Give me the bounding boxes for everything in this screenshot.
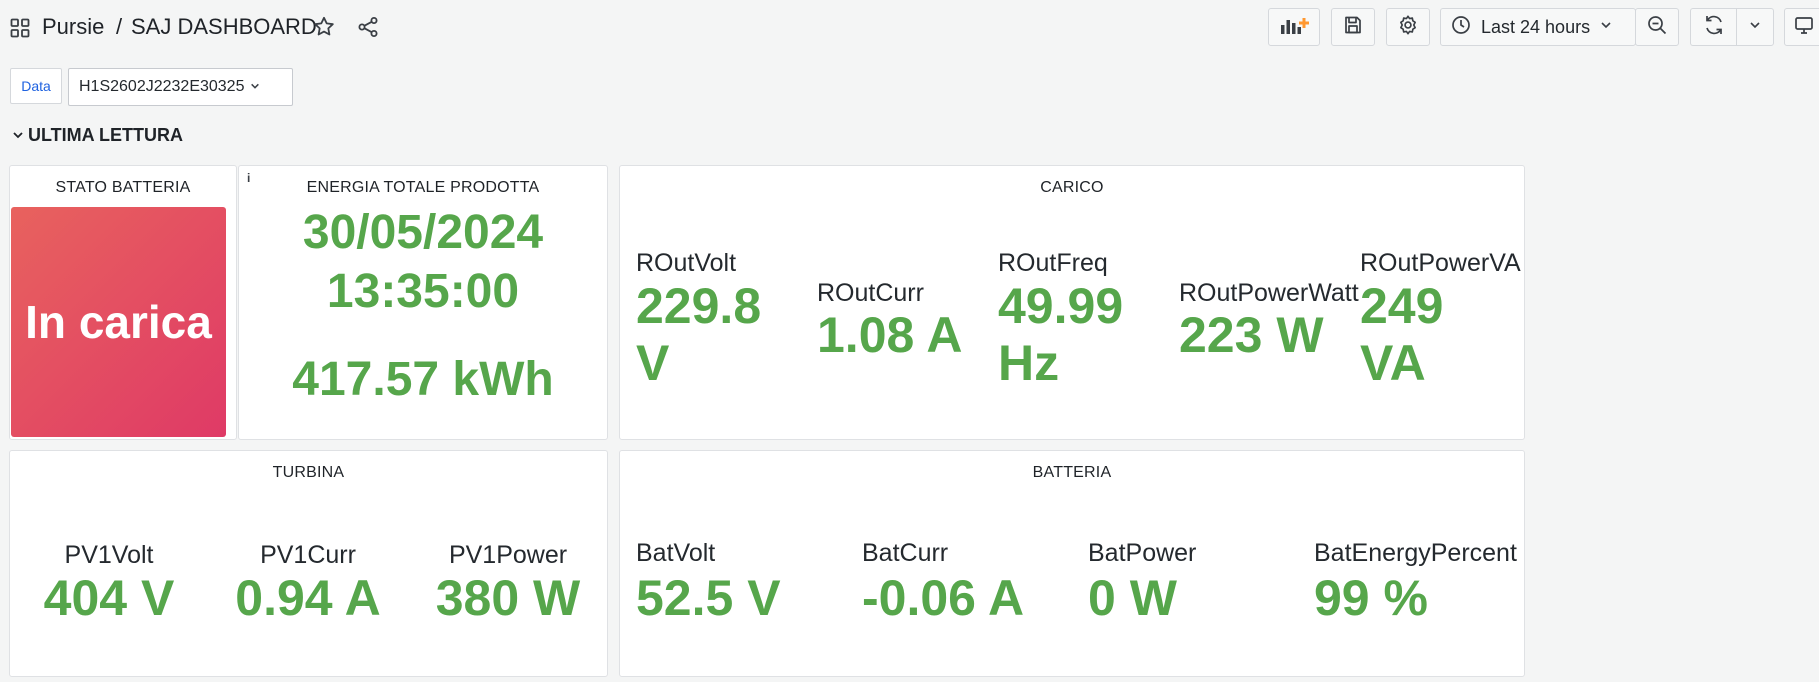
stat-value: 0.94 A — [235, 570, 381, 626]
gear-icon — [1397, 14, 1419, 41]
stat-value: 404 V — [43, 570, 175, 626]
breadcrumb-folder[interactable]: Pursie — [42, 14, 104, 40]
chevron-down-icon — [12, 125, 24, 146]
chevron-down-icon — [1600, 18, 1612, 36]
panel-turbina[interactable]: TURBINA PV1Volt 404 V PV1Curr 0.94 A PV1… — [9, 450, 608, 677]
panel-title: CARICO — [1040, 179, 1104, 196]
chevron-down-icon — [1749, 18, 1761, 36]
add-panel-icon — [1279, 14, 1309, 41]
stat-name: BatVolt — [636, 539, 716, 567]
dashboard-title[interactable]: SAJ DASHBOARD — [131, 14, 317, 40]
variable-select[interactable]: H1S2602J2232E30325 — [68, 68, 293, 106]
panel-title: BATTERIA — [1032, 464, 1112, 481]
stat-value: 1.08 A — [817, 307, 963, 363]
star-icon[interactable] — [312, 15, 336, 44]
stat-name: BatPower — [1088, 539, 1197, 567]
stat-value: -0.06 A — [862, 570, 1025, 626]
panel-energia-totale[interactable]: i ENERGIA TOTALE PRODOTTA 30/05/2024 13:… — [238, 165, 608, 440]
battery-state-box: In carica — [11, 207, 226, 437]
apps-icon[interactable] — [10, 18, 30, 38]
top-bar: Pursie / SAJ DASHBOARD Last 24 hours — [0, 0, 1819, 54]
stat-value: 380 W — [435, 570, 581, 626]
stat-name: PV1Curr — [260, 541, 356, 569]
variable-selected-value: H1S2602J2232E30325 — [79, 78, 245, 95]
stat-value: 0 W — [1088, 570, 1177, 626]
stat-value-unit: Hz — [998, 335, 1060, 391]
breadcrumb-separator: / — [116, 14, 123, 39]
stat-name: BatEnergyPercent — [1314, 539, 1517, 567]
zoom-out-icon — [1647, 15, 1667, 40]
stat-name: PV1Power — [448, 541, 568, 569]
last-read-date: 30/05/2024 — [302, 206, 544, 259]
tv-icon — [1794, 15, 1814, 40]
panel-title: ENERGIA TOTALE PRODOTTA — [306, 179, 540, 196]
panel-batteria[interactable]: BATTERIA BatVolt 52.5 V BatCurr -0.06 A … — [619, 450, 1525, 677]
refresh-icon — [1703, 14, 1725, 41]
chevron-down-icon — [250, 78, 260, 96]
stat-value: 229.8 — [636, 278, 762, 334]
time-range-label: Last 24 hours — [1481, 16, 1591, 37]
stat-value-unit: VA — [1360, 335, 1426, 391]
share-icon[interactable] — [356, 15, 380, 44]
refresh-interval-picker[interactable] — [1736, 8, 1774, 46]
battery-state-value: In carica — [25, 296, 212, 348]
panel-title: STATO BATTERIA — [55, 179, 191, 196]
save-dashboard-button[interactable] — [1331, 8, 1375, 46]
total-energy-value: 417.57 kWh — [292, 353, 554, 406]
stat-name: ROutCurr — [817, 279, 924, 307]
view-mode-button[interactable] — [1784, 8, 1819, 46]
stat-value: 52.5 V — [636, 570, 781, 626]
add-panel-button[interactable] — [1268, 8, 1320, 46]
panel-carico[interactable]: CARICO ROutVolt 229.8 V ROutCurr 1.08 A … — [619, 165, 1525, 440]
stat-name: ROutFreq — [998, 249, 1108, 277]
panel-stato-batteria[interactable]: STATO BATTERIA In carica — [9, 165, 237, 440]
stat-name: ROutPowerWatt — [1179, 279, 1359, 307]
stat-name: ROutPowerVA — [1360, 249, 1521, 277]
stat-value: 223 W — [1179, 307, 1324, 363]
last-read-time: 13:35:00 — [326, 265, 520, 318]
clock-icon — [1451, 15, 1471, 40]
row-title: ULTIMA LETTURA — [28, 125, 183, 145]
stat-name: ROutVolt — [636, 249, 737, 277]
variable-label: Data — [10, 68, 62, 104]
stat-name: PV1Volt — [64, 541, 154, 569]
panel-title: TURBINA — [272, 464, 345, 481]
time-range-picker[interactable]: Last 24 hours — [1440, 8, 1636, 46]
dashboard-settings-button[interactable] — [1386, 8, 1430, 46]
stat-value-unit: V — [636, 335, 670, 391]
refresh-button[interactable] — [1690, 8, 1736, 46]
zoom-out-button[interactable] — [1635, 8, 1679, 46]
stat-value: 99 % — [1314, 570, 1428, 626]
row-toggle[interactable]: ULTIMA LETTURA — [12, 125, 183, 146]
save-icon — [1343, 15, 1363, 40]
stat-value: 49.99 — [998, 278, 1124, 334]
stat-name: BatCurr — [862, 539, 949, 567]
stat-value: 249 — [1360, 278, 1444, 334]
